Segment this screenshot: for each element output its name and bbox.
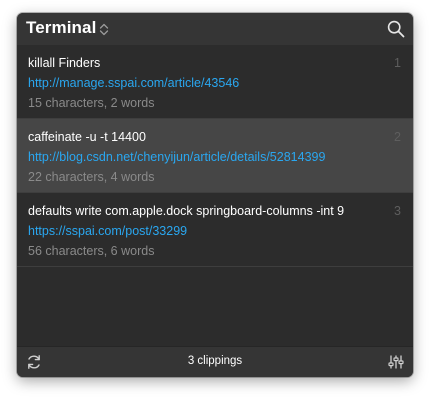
clipping-count: 3 clippings [187, 355, 243, 367]
sliders-icon[interactable] [388, 354, 404, 370]
clipping-item[interactable]: killall Finders http://manage.sspai.com/… [17, 45, 413, 119]
clipping-index: 3 [394, 204, 401, 218]
search-icon[interactable] [387, 20, 405, 38]
clipping-index: 2 [394, 130, 401, 144]
clipping-source-link[interactable]: http://manage.sspai.com/article/43546 [28, 76, 239, 90]
clipping-list: killall Finders http://manage.sspai.com/… [17, 45, 413, 347]
clipping-stats: 22 characters, 4 words [28, 170, 155, 184]
collection-title[interactable]: Terminal [26, 18, 96, 38]
clipping-text: killall Finders [28, 56, 101, 70]
clipping-index: 1 [394, 56, 401, 70]
clipping-source-link[interactable]: http://blog.csdn.net/chenyijun/article/d… [28, 150, 325, 164]
clipping-stats: 15 characters, 2 words [28, 96, 155, 110]
window-header: Terminal [17, 13, 413, 45]
clipping-item-selected[interactable]: caffeinate -u -t 14400 http://blog.csdn.… [17, 119, 413, 193]
window-footer: 3 clippings [17, 346, 413, 377]
clipping-text: defaults write com.apple.dock springboar… [28, 204, 345, 218]
clipping-source-link[interactable]: https://sspai.com/post/33299 [28, 224, 187, 238]
clippings-window: Terminal killall Finders http://manage.s… [17, 13, 413, 377]
clipping-item[interactable]: defaults write com.apple.dock springboar… [17, 193, 413, 267]
clipping-text: caffeinate -u -t 14400 [28, 130, 146, 144]
chevron-updown-icon[interactable] [99, 23, 109, 36]
clipping-stats: 56 characters, 6 words [28, 244, 155, 258]
